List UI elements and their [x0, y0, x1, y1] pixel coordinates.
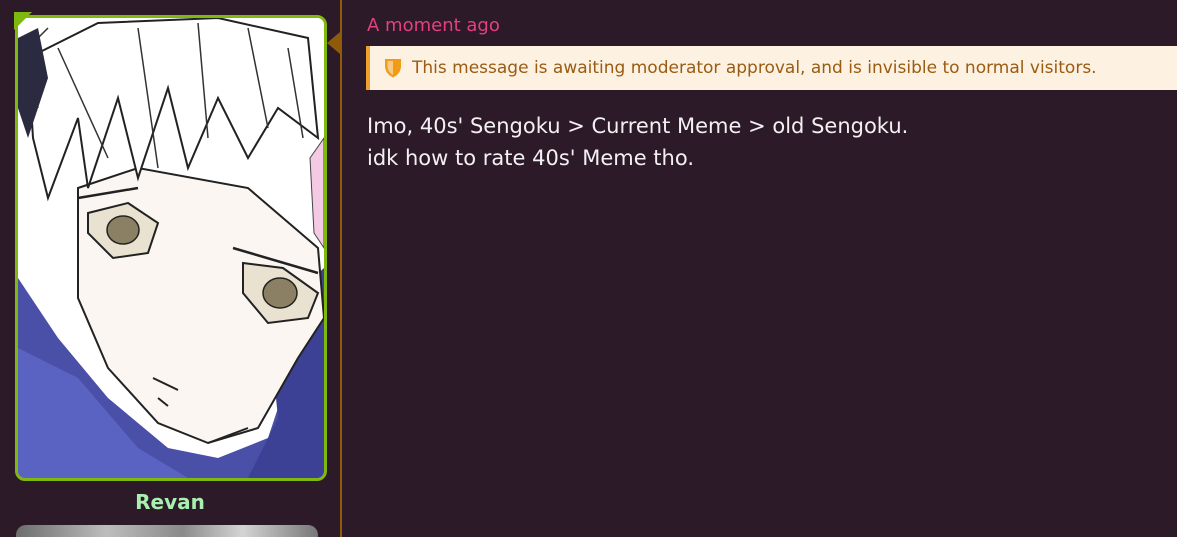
user-avatar[interactable]	[15, 15, 327, 481]
shield-icon	[384, 58, 402, 78]
moderation-notice: This message is awaiting moderator appro…	[366, 46, 1177, 90]
column-divider	[340, 0, 342, 537]
message-user-column: Revan	[0, 0, 341, 537]
message-pointer-arrow	[327, 32, 340, 54]
message-line: idk how to rate 40s' Meme tho.	[367, 146, 694, 170]
message-timestamp[interactable]: A moment ago	[367, 15, 500, 36]
avatar-artwork	[18, 18, 324, 478]
avatar-corner-flag	[14, 12, 32, 30]
username-link[interactable]: Revan	[0, 490, 340, 514]
message-post: Revan A moment ago This message is await…	[0, 0, 1177, 537]
user-banner	[16, 525, 318, 537]
message-line: Imo, 40s' Sengoku > Current Meme > old S…	[367, 114, 909, 138]
message-body: Imo, 40s' Sengoku > Current Meme > old S…	[367, 110, 908, 174]
moderation-notice-text: This message is awaiting moderator appro…	[412, 58, 1097, 78]
